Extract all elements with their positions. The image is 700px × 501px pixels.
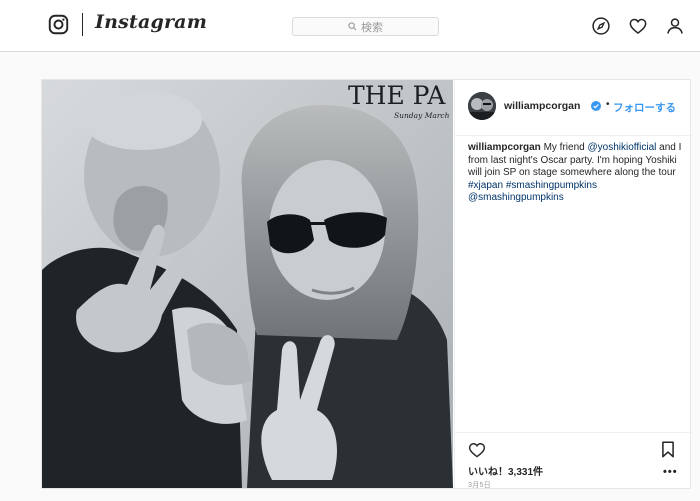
author-username-link[interactable]: williampcorgan: [504, 100, 580, 112]
post-card: THE PA Sunday March williampcorgan • フォロ…: [41, 79, 692, 490]
instagram-glyph-icon[interactable]: [48, 14, 69, 35]
hashtag-link[interactable]: #smashingpumpkins: [506, 180, 597, 191]
instagram-wordmark-logo[interactable]: Instagram: [95, 11, 207, 33]
compass-icon[interactable]: [591, 16, 611, 36]
logo-divider: [82, 13, 83, 36]
follow-button[interactable]: フォローする: [613, 100, 676, 115]
post-actions: いいね！3,331件 3月5日 •••: [455, 432, 692, 490]
like-count[interactable]: いいね！3,331件: [468, 463, 543, 478]
caption-username-link[interactable]: williampcorgan: [468, 142, 541, 153]
post-photo-illustration: THE PA Sunday March: [42, 80, 453, 488]
bookmark-icon[interactable]: [661, 441, 675, 458]
post-caption: williampcorgan My friend @yoshikiofficia…: [468, 142, 684, 205]
verified-badge-icon: [591, 101, 601, 111]
post-date[interactable]: 3月5日: [468, 480, 491, 490]
caption-text: My friend: [540, 142, 588, 153]
post-side-panel: williampcorgan • フォローする williampcorgan M…: [454, 80, 692, 490]
backdrop-text: THE PA: [348, 81, 446, 110]
avatar-image: [468, 92, 496, 120]
backdrop-subtext: Sunday March: [394, 111, 450, 120]
search-input[interactable]: 検索: [292, 17, 439, 36]
mention-link[interactable]: @smashingpumpkins: [468, 192, 564, 203]
heart-icon[interactable]: [628, 16, 648, 36]
hashtag-link[interactable]: #xjapan: [468, 180, 503, 191]
like-heart-icon[interactable]: [468, 441, 486, 458]
separator-dot: •: [606, 99, 610, 110]
mention-link[interactable]: @yoshikiofficial: [587, 142, 656, 153]
top-navigation-bar: Instagram 検索: [0, 0, 700, 52]
avatar[interactable]: [468, 92, 496, 120]
more-options-button[interactable]: •••: [663, 466, 678, 478]
search-placeholder: 検索: [361, 21, 383, 34]
post-photo[interactable]: THE PA Sunday March: [42, 80, 453, 488]
post-header: williampcorgan • フォローする: [455, 80, 692, 136]
user-icon[interactable]: [665, 16, 685, 36]
search-icon: [348, 22, 357, 31]
